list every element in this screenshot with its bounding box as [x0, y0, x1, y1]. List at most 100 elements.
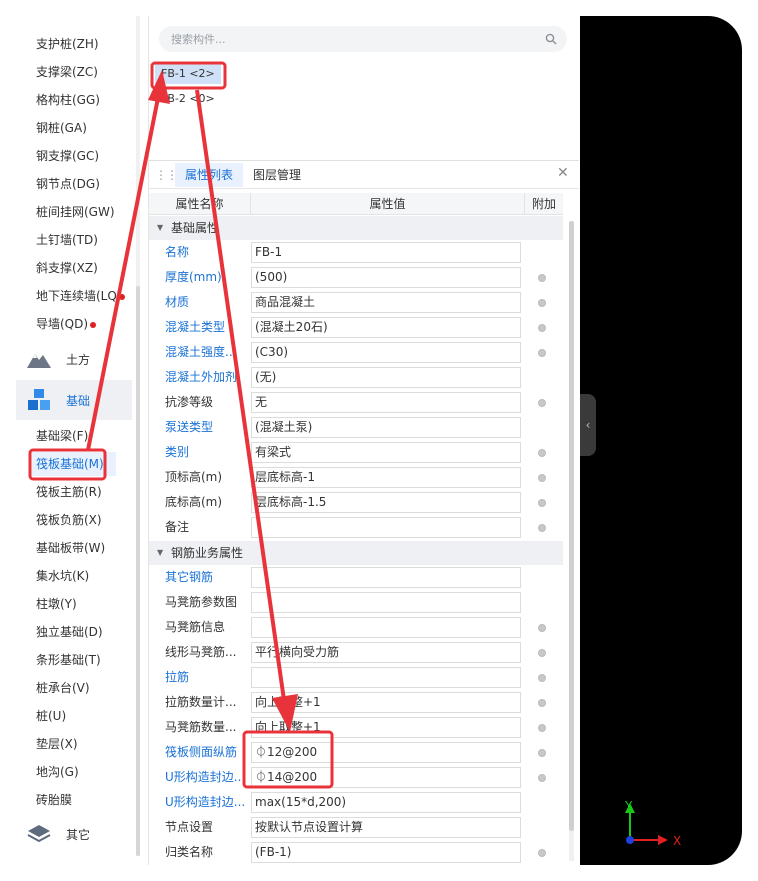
prop-value[interactable]: 向上取整+1 [251, 717, 521, 738]
prop-value[interactable]: 向上取整+1 [251, 692, 521, 713]
table-row: 拉筋数量计... 向上取整+1 [149, 690, 563, 715]
sidebar-item-digou[interactable]: 地沟(G) [36, 760, 79, 784]
prop-value[interactable]: (混凝土泵) [251, 417, 521, 438]
category-other[interactable]: 其它 [16, 814, 132, 854]
sidebar-item-zhichengliang[interactable]: 支撑梁(ZC) [36, 60, 98, 84]
group-basic-properties[interactable]: ▼ 基础属性 [149, 216, 563, 240]
prop-value[interactable]: ⏀12@200 [251, 742, 521, 763]
property-panel: ⋮⋮ 属性列表 图层管理 ✕ 属性名称 属性值 附加 ▼ 基础属性 名称 FB-1 … [149, 160, 579, 865]
sidebar-scrollbar-thumb[interactable] [136, 286, 140, 856]
table-row: 名称 FB-1 [149, 240, 563, 265]
component-panel: FB-1 <2> FB-2 <0> ⋮⋮ 属性列表 图层管理 ✕ 属性名称 属性… [148, 16, 579, 865]
attach-checkbox[interactable] [538, 499, 546, 507]
table-row: 马凳筋数量... 向上取整+1 [149, 715, 563, 740]
prop-name: 抗渗等级 [165, 395, 214, 409]
search-icon[interactable] [545, 33, 557, 45]
collapse-panel-button[interactable]: ‹ [580, 394, 596, 456]
sidebar-item-tudingqiang[interactable]: 土钉墙(TD) [36, 228, 98, 252]
prop-value[interactable] [251, 592, 521, 613]
mountain-icon [26, 347, 52, 371]
tab-property-list[interactable]: 属性列表 [175, 163, 244, 187]
category-label: 基础 [66, 393, 91, 408]
prop-value[interactable]: 平行横向受力筋 [251, 642, 521, 663]
attach-checkbox[interactable] [538, 399, 546, 407]
new-dot-indicator [90, 321, 97, 328]
attach-checkbox[interactable] [538, 349, 546, 357]
sidebar-item-xiezhicheng[interactable]: 斜支撑(XZ) [36, 256, 98, 280]
attach-checkbox[interactable] [538, 299, 546, 307]
tab-layer-management[interactable]: 图层管理 [243, 163, 311, 187]
prop-value[interactable]: ⏀14@200 [251, 767, 521, 788]
category-foundation[interactable]: 基础 [16, 380, 132, 420]
prop-value[interactable]: max(15*d,200) [251, 792, 521, 813]
prop-value[interactable] [251, 617, 521, 638]
table-row: U形构造封边... ⏀14@200 [149, 765, 563, 790]
prop-value[interactable]: (无) [251, 367, 521, 388]
sidebar-item-jichubandai[interactable]: 基础板带(W) [36, 536, 105, 560]
attach-checkbox[interactable] [538, 474, 546, 482]
sidebar-item-zhuantaimo[interactable]: 砖胎膜 [36, 788, 72, 812]
prop-value[interactable]: 商品混凝土 [251, 292, 521, 313]
prop-value[interactable] [251, 517, 521, 538]
drawing-canvas[interactable]: Y X [580, 16, 742, 865]
component-item-fb2[interactable]: FB-2 <0> [155, 89, 221, 109]
sidebar-item-dianceng[interactable]: 垫层(X) [36, 732, 78, 756]
prop-name: 厚度(mm) [165, 270, 222, 284]
sidebar-item-zhuangjianguawang[interactable]: 桩间挂网(GW) [36, 200, 115, 224]
drag-handle-icon[interactable]: ⋮⋮ [155, 168, 178, 182]
sidebar-item-dixialianxuqiang[interactable]: 地下连续墙(LQ [36, 284, 125, 308]
attach-checkbox[interactable] [538, 649, 546, 657]
prop-value[interactable]: (FB-1) [251, 842, 521, 863]
attach-checkbox[interactable] [538, 624, 546, 632]
sidebar-item-tiaoxingjichu[interactable]: 条形基础(T) [36, 648, 101, 672]
sidebar-item-zhudun[interactable]: 柱墩(Y) [36, 592, 77, 616]
category-label: 土方 [66, 352, 91, 367]
sidebar-item-zhihuzhuang[interactable]: 支护桩(ZH) [36, 32, 99, 56]
attach-checkbox[interactable] [538, 274, 546, 282]
sidebar-item-gangzhuang[interactable]: 钢桩(GA) [36, 116, 87, 140]
sidebar-item-dulijichu[interactable]: 独立基础(D) [36, 620, 103, 644]
attach-checkbox[interactable] [538, 749, 546, 757]
prop-value[interactable] [251, 567, 521, 588]
attach-checkbox[interactable] [538, 699, 546, 707]
attach-checkbox[interactable] [538, 724, 546, 732]
prop-name: 节点设置 [165, 820, 214, 834]
group-rebar-properties[interactable]: ▼ 钢筋业务属性 [149, 541, 563, 565]
collapse-triangle-icon[interactable]: ▼ [157, 541, 163, 565]
sidebar-item-fabanzhujin[interactable]: 筏板主筋(R) [36, 480, 102, 504]
prop-value[interactable]: (500) [251, 267, 521, 288]
sidebar-item-jishuikeng[interactable]: 集水坑(K) [36, 564, 89, 588]
collapse-triangle-icon[interactable]: ▼ [157, 216, 163, 240]
prop-value[interactable]: 层底标高-1.5 [251, 492, 521, 513]
attach-checkbox[interactable] [538, 524, 546, 532]
sidebar-item-fabanfujin[interactable]: 筏板负筋(X) [36, 508, 102, 532]
component-item-fb1[interactable]: FB-1 <2> [155, 64, 221, 84]
prop-value[interactable]: 层底标高-1 [251, 467, 521, 488]
attach-checkbox[interactable] [538, 774, 546, 782]
attach-checkbox[interactable] [538, 849, 546, 857]
category-earthwork[interactable]: 土方 [16, 339, 132, 379]
attach-checkbox[interactable] [538, 324, 546, 332]
prop-value[interactable]: 有梁式 [251, 442, 521, 463]
column-header-value: 属性值 [251, 193, 525, 215]
prop-name: U形构造封边... [165, 770, 246, 784]
attach-checkbox[interactable] [538, 674, 546, 682]
property-scrollbar-thumb[interactable] [569, 221, 574, 831]
sidebar-item-daoqiang[interactable]: 导墙(QD) [36, 312, 97, 336]
prop-value[interactable]: 按默认节点设置计算 [251, 817, 521, 838]
sidebar-item-jichuliang[interactable]: 基础梁(F) [36, 424, 88, 448]
prop-value[interactable]: 无 [251, 392, 521, 413]
search-input[interactable] [159, 26, 567, 52]
prop-value[interactable]: (C30) [251, 342, 521, 363]
prop-value[interactable]: FB-1 [251, 242, 521, 263]
close-icon[interactable]: ✕ [557, 165, 569, 181]
attach-checkbox[interactable] [538, 449, 546, 457]
sidebar-item-gangjiedian[interactable]: 钢节点(DG) [36, 172, 100, 196]
sidebar-item-zhuang[interactable]: 桩(U) [36, 704, 66, 728]
sidebar-item-gangzhicheng[interactable]: 钢支撑(GC) [36, 144, 99, 168]
prop-value[interactable]: (混凝土20石) [251, 317, 521, 338]
prop-value[interactable] [251, 667, 521, 688]
sidebar-item-fabanjichu[interactable]: 筏板基础(M) [32, 452, 116, 476]
sidebar-item-gegouzhu[interactable]: 格构柱(GG) [36, 88, 100, 112]
sidebar-item-zhuangchengtai[interactable]: 桩承台(V) [36, 676, 90, 700]
